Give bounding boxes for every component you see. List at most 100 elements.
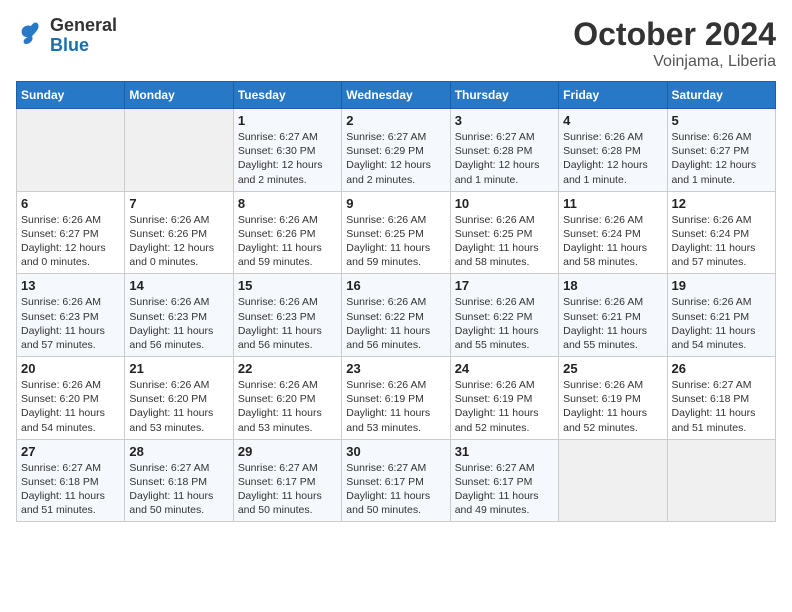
page-header: General Blue October 2024 Voinjama, Libe… xyxy=(16,16,776,71)
calendar-cell: 25 Sunrise: 6:26 AM Sunset: 6:19 PM Dayli… xyxy=(559,357,667,440)
calendar-cell: 15 Sunrise: 6:26 AM Sunset: 6:23 PM Dayli… xyxy=(233,274,341,357)
calendar-cell: 1 Sunrise: 6:27 AM Sunset: 6:30 PM Daylig… xyxy=(233,109,341,192)
day-info: Sunrise: 6:26 AM Sunset: 6:19 PM Dayligh… xyxy=(346,378,445,435)
day-info: Sunrise: 6:26 AM Sunset: 6:26 PM Dayligh… xyxy=(129,213,228,270)
calendar-cell: 26 Sunrise: 6:27 AM Sunset: 6:18 PM Dayli… xyxy=(667,357,775,440)
calendar-cell: 8 Sunrise: 6:26 AM Sunset: 6:26 PM Daylig… xyxy=(233,191,341,274)
day-number: 31 xyxy=(455,444,554,459)
day-number: 7 xyxy=(129,196,228,211)
calendar-week-row: 6Sunrise: 6:26 AM Sunset: 6:27 PM Daylig… xyxy=(17,191,776,274)
day-info: Sunrise: 6:27 AM Sunset: 6:28 PM Dayligh… xyxy=(455,130,554,187)
calendar-cell: 2 Sunrise: 6:27 AM Sunset: 6:29 PM Daylig… xyxy=(342,109,450,192)
day-number: 6 xyxy=(21,196,120,211)
day-number: 22 xyxy=(238,361,337,376)
weekday-header: Tuesday xyxy=(233,82,341,109)
day-info: Sunrise: 6:26 AM Sunset: 6:23 PM Dayligh… xyxy=(129,295,228,352)
day-number: 14 xyxy=(129,278,228,293)
day-info: Sunrise: 6:26 AM Sunset: 6:24 PM Dayligh… xyxy=(563,213,662,270)
weekday-header: Monday xyxy=(125,82,233,109)
day-number: 3 xyxy=(455,113,554,128)
day-number: 21 xyxy=(129,361,228,376)
day-info: Sunrise: 6:27 AM Sunset: 6:18 PM Dayligh… xyxy=(672,378,771,435)
calendar-cell: 12Sunrise: 6:26 AM Sunset: 6:24 PM Dayli… xyxy=(667,191,775,274)
day-number: 1 xyxy=(238,113,337,128)
day-number: 15 xyxy=(238,278,337,293)
day-info: Sunrise: 6:26 AM Sunset: 6:20 PM Dayligh… xyxy=(21,378,120,435)
day-info: Sunrise: 6:26 AM Sunset: 6:22 PM Dayligh… xyxy=(346,295,445,352)
day-number: 4 xyxy=(563,113,662,128)
weekday-header: Sunday xyxy=(17,82,125,109)
day-info: Sunrise: 6:26 AM Sunset: 6:26 PM Dayligh… xyxy=(238,213,337,270)
day-number: 25 xyxy=(563,361,662,376)
day-number: 8 xyxy=(238,196,337,211)
day-info: Sunrise: 6:27 AM Sunset: 6:18 PM Dayligh… xyxy=(21,461,120,518)
location-title: Voinjama, Liberia xyxy=(573,53,776,71)
calendar-cell xyxy=(17,109,125,192)
day-number: 28 xyxy=(129,444,228,459)
weekday-header: Thursday xyxy=(450,82,558,109)
calendar-cell: 13Sunrise: 6:26 AM Sunset: 6:23 PM Dayli… xyxy=(17,274,125,357)
day-info: Sunrise: 6:26 AM Sunset: 6:21 PM Dayligh… xyxy=(563,295,662,352)
calendar-cell: 14 Sunrise: 6:26 AM Sunset: 6:23 PM Dayli… xyxy=(125,274,233,357)
day-info: Sunrise: 6:27 AM Sunset: 6:29 PM Dayligh… xyxy=(346,130,445,187)
day-info: Sunrise: 6:26 AM Sunset: 6:20 PM Dayligh… xyxy=(238,378,337,435)
day-info: Sunrise: 6:26 AM Sunset: 6:27 PM Dayligh… xyxy=(672,130,771,187)
day-info: Sunrise: 6:26 AM Sunset: 6:23 PM Dayligh… xyxy=(21,295,120,352)
weekday-header: Wednesday xyxy=(342,82,450,109)
day-info: Sunrise: 6:27 AM Sunset: 6:30 PM Dayligh… xyxy=(238,130,337,187)
calendar-cell: 5 Sunrise: 6:26 AM Sunset: 6:27 PM Daylig… xyxy=(667,109,775,192)
day-number: 5 xyxy=(672,113,771,128)
day-number: 27 xyxy=(21,444,120,459)
calendar-cell: 24 Sunrise: 6:26 AM Sunset: 6:19 PM Dayli… xyxy=(450,357,558,440)
day-info: Sunrise: 6:26 AM Sunset: 6:25 PM Dayligh… xyxy=(346,213,445,270)
calendar-cell: 27 Sunrise: 6:27 AM Sunset: 6:18 PM Dayli… xyxy=(17,439,125,522)
calendar-week-row: 1 Sunrise: 6:27 AM Sunset: 6:30 PM Daylig… xyxy=(17,109,776,192)
logo: General Blue xyxy=(16,16,117,56)
day-number: 19 xyxy=(672,278,771,293)
calendar-cell: 22 Sunrise: 6:26 AM Sunset: 6:20 PM Dayli… xyxy=(233,357,341,440)
calendar-cell: 16Sunrise: 6:26 AM Sunset: 6:22 PM Dayli… xyxy=(342,274,450,357)
title-block: October 2024 Voinjama, Liberia xyxy=(573,16,776,71)
weekday-header: Saturday xyxy=(667,82,775,109)
calendar-cell: 17 Sunrise: 6:26 AM Sunset: 6:22 PM Dayli… xyxy=(450,274,558,357)
calendar-cell: 23 Sunrise: 6:26 AM Sunset: 6:19 PM Dayli… xyxy=(342,357,450,440)
day-info: Sunrise: 6:27 AM Sunset: 6:17 PM Dayligh… xyxy=(455,461,554,518)
day-number: 9 xyxy=(346,196,445,211)
day-info: Sunrise: 6:26 AM Sunset: 6:28 PM Dayligh… xyxy=(563,130,662,187)
day-info: Sunrise: 6:26 AM Sunset: 6:22 PM Dayligh… xyxy=(455,295,554,352)
calendar-week-row: 27 Sunrise: 6:27 AM Sunset: 6:18 PM Dayli… xyxy=(17,439,776,522)
calendar-cell: 9 Sunrise: 6:26 AM Sunset: 6:25 PM Daylig… xyxy=(342,191,450,274)
calendar-cell: 3 Sunrise: 6:27 AM Sunset: 6:28 PM Daylig… xyxy=(450,109,558,192)
day-info: Sunrise: 6:27 AM Sunset: 6:17 PM Dayligh… xyxy=(346,461,445,518)
calendar-cell: 10 Sunrise: 6:26 AM Sunset: 6:25 PM Dayli… xyxy=(450,191,558,274)
calendar-table: SundayMondayTuesdayWednesdayThursdayFrid… xyxy=(16,81,776,522)
calendar-cell: 21 Sunrise: 6:26 AM Sunset: 6:20 PM Dayli… xyxy=(125,357,233,440)
day-info: Sunrise: 6:26 AM Sunset: 6:24 PM Dayligh… xyxy=(672,213,771,270)
calendar-cell: 28Sunrise: 6:27 AM Sunset: 6:18 PM Dayli… xyxy=(125,439,233,522)
day-number: 11 xyxy=(563,196,662,211)
logo-text: General Blue xyxy=(50,16,117,56)
day-info: Sunrise: 6:26 AM Sunset: 6:19 PM Dayligh… xyxy=(455,378,554,435)
calendar-cell xyxy=(125,109,233,192)
day-number: 30 xyxy=(346,444,445,459)
calendar-cell: 19Sunrise: 6:26 AM Sunset: 6:21 PM Dayli… xyxy=(667,274,775,357)
day-number: 29 xyxy=(238,444,337,459)
day-number: 10 xyxy=(455,196,554,211)
logo-icon xyxy=(16,22,46,50)
day-info: Sunrise: 6:26 AM Sunset: 6:23 PM Dayligh… xyxy=(238,295,337,352)
weekday-header-row: SundayMondayTuesdayWednesdayThursdayFrid… xyxy=(17,82,776,109)
day-info: Sunrise: 6:26 AM Sunset: 6:25 PM Dayligh… xyxy=(455,213,554,270)
day-number: 26 xyxy=(672,361,771,376)
calendar-week-row: 20 Sunrise: 6:26 AM Sunset: 6:20 PM Dayli… xyxy=(17,357,776,440)
day-number: 20 xyxy=(21,361,120,376)
calendar-cell: 4 Sunrise: 6:26 AM Sunset: 6:28 PM Daylig… xyxy=(559,109,667,192)
day-info: Sunrise: 6:26 AM Sunset: 6:19 PM Dayligh… xyxy=(563,378,662,435)
calendar-cell: 18Sunrise: 6:26 AM Sunset: 6:21 PM Dayli… xyxy=(559,274,667,357)
calendar-cell: 20 Sunrise: 6:26 AM Sunset: 6:20 PM Dayli… xyxy=(17,357,125,440)
calendar-cell: 30 Sunrise: 6:27 AM Sunset: 6:17 PM Dayli… xyxy=(342,439,450,522)
day-number: 23 xyxy=(346,361,445,376)
day-info: Sunrise: 6:26 AM Sunset: 6:20 PM Dayligh… xyxy=(129,378,228,435)
day-number: 17 xyxy=(455,278,554,293)
day-number: 24 xyxy=(455,361,554,376)
day-number: 2 xyxy=(346,113,445,128)
